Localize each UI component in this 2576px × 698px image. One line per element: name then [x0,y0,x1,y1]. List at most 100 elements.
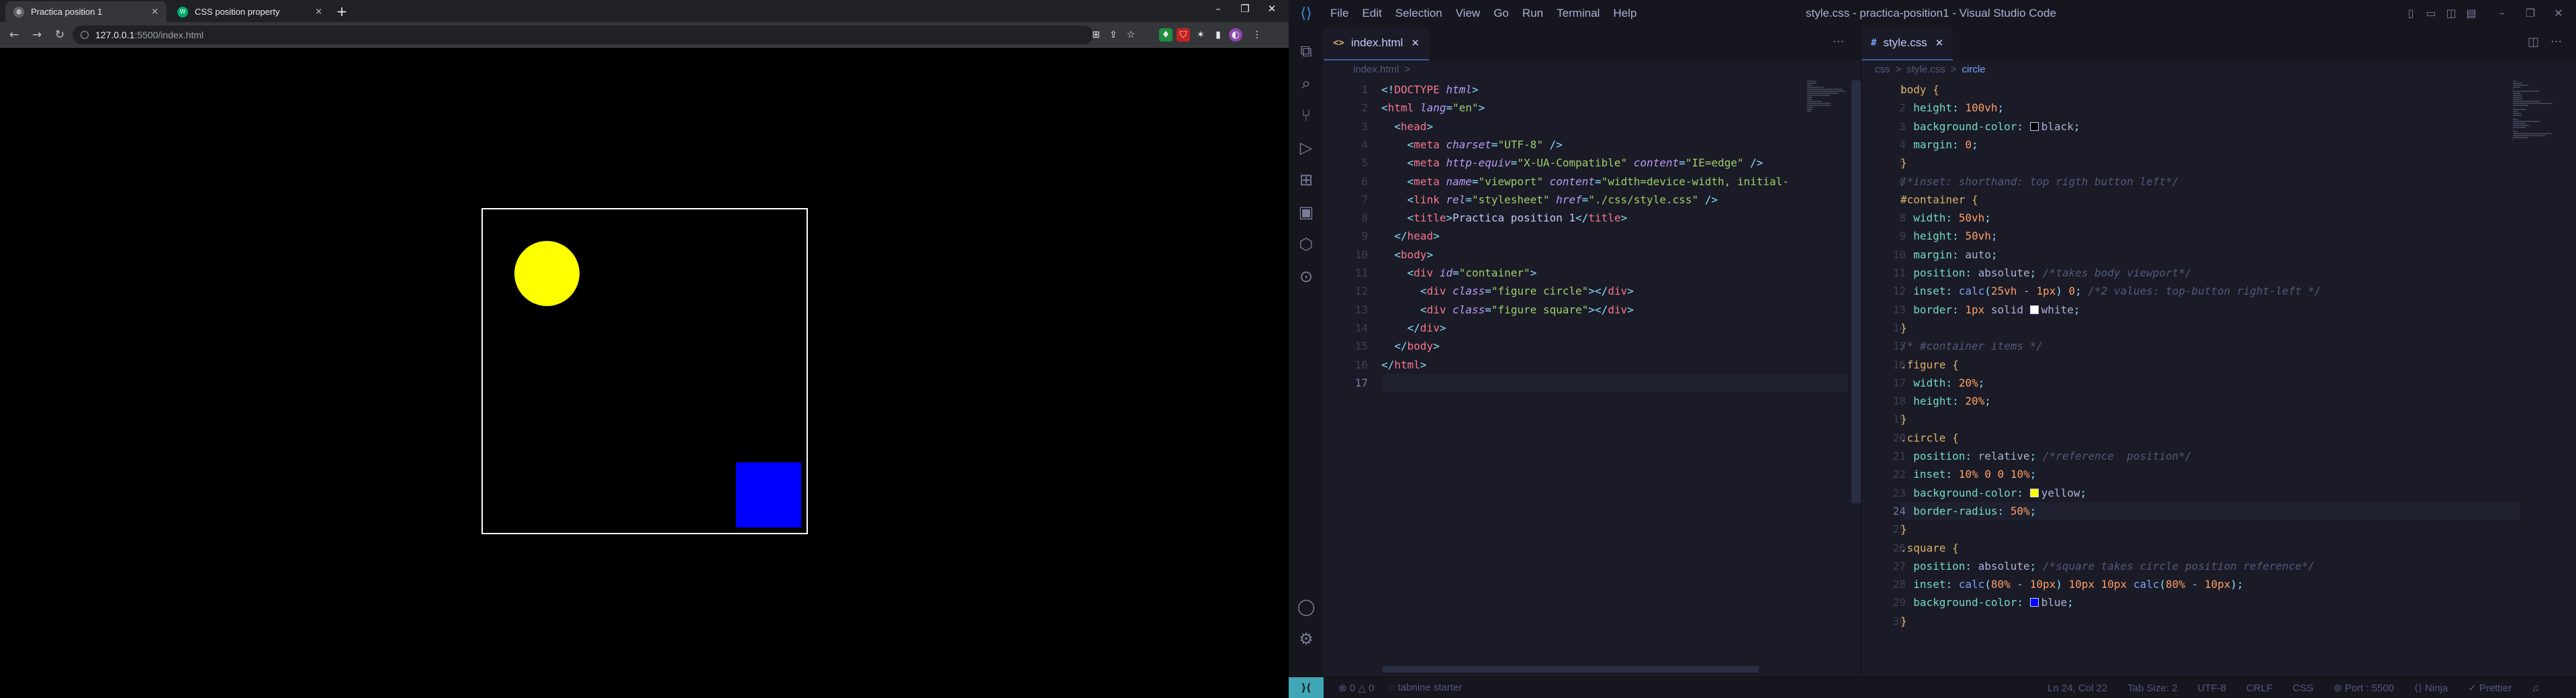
browser-tab-practica[interactable]: ◍ Practica position 1 × [5,1,167,22]
code-line[interactable]: /* #container items */ [1900,337,2043,355]
code-line[interactable]: width: 50vh; [1900,209,1991,227]
code-line[interactable]: <title>Practica position 1</title> [1381,209,1628,227]
remote-explorer-icon[interactable]: ▣ [1289,196,1324,228]
vertical-scrollbar[interactable] [1851,81,1861,503]
prettier-status[interactable]: ✓ Prettier [2468,682,2512,694]
toggle-panel-icon[interactable]: ▭ [2421,0,2441,27]
extension-red-icon[interactable]: ⛉ [1177,28,1190,42]
browser-menu-icon[interactable]: ⋮ [1250,28,1264,42]
profile-avatar-icon[interactable]: ◐ [1229,28,1242,42]
color-swatch[interactable] [2029,488,2039,497]
code-line[interactable]: background-color: black; [1900,117,2080,136]
problems-count[interactable]: ⊗ 0 △ 0 [1338,682,1374,694]
code-line[interactable]: height: 100vh; [1900,99,2004,117]
code-line[interactable]: <meta http-equiv="X-UA-Compatible" conte… [1381,154,1763,172]
reload-icon[interactable]: ↻ [51,26,68,44]
minimap[interactable] [1807,81,1854,121]
tab-close-icon[interactable]: ✕ [1411,37,1420,49]
close-window-button[interactable]: ✕ [1258,3,1285,15]
encoding[interactable]: UTF-8 [2197,683,2226,694]
code-line[interactable]: <head> [1381,117,1433,136]
code-line[interactable]: } [1900,520,1907,538]
line-ending[interactable]: CRLF [2246,683,2272,694]
address-bar[interactable]: 127.0.0.1:5500/index.html [73,26,1093,44]
code-line[interactable]: position: relative; /*reference position… [1900,447,2191,465]
notifications-bell-icon[interactable]: ♫ [2532,683,2539,694]
maximize-button[interactable]: ❐ [1232,3,1258,15]
close-window-button[interactable]: ✕ [2548,0,2569,27]
code-line[interactable]: } [1900,612,1907,630]
browser-tab-w3schools[interactable]: W CSS position property × [169,1,330,22]
search-icon[interactable]: ⌕ [1289,67,1324,99]
code-line[interactable]: /*inset: shorthand: top rigth button lef… [1900,172,2178,191]
code-line[interactable]: inset: calc(80% - 10px) 10px 10px calc(8… [1900,575,2243,593]
code-line[interactable]: <meta charset="UTF-8" /> [1381,136,1563,154]
code-line[interactable]: <meta name="viewport" content="width=dev… [1381,172,1789,191]
toggle-secondary-sidebar-icon[interactable]: ◫ [2441,0,2461,27]
settings-gear-icon[interactable]: ⚙ [1289,623,1324,655]
tab-size[interactable]: Tab Size: 2 [2127,683,2177,694]
minimize-button[interactable]: – [1205,3,1232,15]
color-swatch[interactable] [2029,598,2039,607]
code-line[interactable]: position: absolute; /*square takes circl… [1900,557,2314,575]
new-tab-button[interactable]: + [333,3,351,20]
more-actions-icon[interactable]: ··· [2550,35,2562,49]
code-line[interactable]: border: 1px solid white; [1900,301,2080,319]
more-actions-icon[interactable]: ··· [1833,35,1844,49]
language-mode[interactable]: CSS [2293,683,2313,694]
code-line[interactable]: position: absolute; /*takes body viewpor… [1900,264,2191,282]
code-line[interactable]: height: 50vh; [1900,227,1997,245]
color-swatch[interactable] [2029,305,2039,314]
code-line[interactable]: .square { [1900,539,1959,557]
customize-layout-icon[interactable]: ▤ [2461,0,2481,27]
tab-close-icon[interactable]: × [315,7,322,17]
breadcrumb-item[interactable]: style.css [1906,64,1945,75]
toggle-sidebar-icon[interactable]: ▯ [2401,0,2421,27]
code-line[interactable]: </html> [1381,356,1426,374]
back-arrow-icon[interactable]: ← [5,26,23,44]
code-line[interactable]: <div id="container"> [1381,264,1537,282]
code-line[interactable]: margin: auto; [1900,246,1997,264]
menu-selection[interactable]: Selection [1389,7,1449,20]
code-line[interactable]: #container { [1900,191,1978,209]
code-line[interactable]: <div class="figure square"></div> [1381,301,1634,319]
menu-terminal[interactable]: Terminal [1550,7,1606,20]
breadcrumb-item[interactable]: circle [1962,64,1986,75]
code-line[interactable]: .figure { [1900,356,1959,374]
cursor-position[interactable]: Ln 24, Col 22 [2048,683,2107,694]
menu-file[interactable]: File [1324,7,1355,20]
menu-edit[interactable]: Edit [1355,7,1388,20]
breadcrumb-item[interactable]: css [1875,64,1890,75]
run-debug-icon[interactable]: ▷ [1289,132,1324,164]
code-line[interactable]: </div> [1381,319,1446,337]
menu-view[interactable]: View [1449,7,1487,20]
side-panel-icon[interactable]: ▮ [1211,28,1225,42]
code-line[interactable]: </head> [1381,227,1439,245]
code-line[interactable]: } [1900,154,1907,172]
code-line[interactable]: margin: 0; [1900,136,1978,154]
menu-help[interactable]: Help [1606,7,1643,20]
code-line[interactable]: border-radius: 50%; [1900,502,2036,520]
accounts-icon[interactable]: ◯ [1289,591,1324,623]
share-icon[interactable]: ⇪ [1107,28,1120,42]
code-line[interactable]: <link rel="stylesheet" href="./css/style… [1381,191,1718,209]
install-app-icon[interactable]: ⊞ [1089,28,1103,42]
source-control-icon[interactable]: ⑂ [1289,99,1324,132]
breadcrumb-item[interactable]: index.html [1353,64,1399,75]
code-line[interactable]: background-color: yellow; [1900,484,2086,502]
code-line[interactable]: <!DOCTYPE html> [1381,81,1479,99]
code-line[interactable]: height: 20%; [1900,392,1991,410]
forward-arrow-icon[interactable]: → [28,26,46,44]
code-line[interactable]: } [1900,410,1907,428]
tabnine-status[interactable]: ◌ tabnine starter [1389,682,1462,693]
minimize-button[interactable]: – [2492,0,2512,27]
extensions-icon[interactable]: ⊞ [1289,164,1324,196]
extension-shield-icon[interactable]: ♦ [1159,28,1172,42]
color-swatch[interactable] [2029,121,2039,131]
code-line[interactable]: </body> [1381,337,1439,355]
minimap[interactable] [2513,81,2560,140]
live-server-port[interactable]: ⊚ Port : 5500 [2334,682,2394,694]
split-editor-icon[interactable]: ◫ [2528,35,2539,49]
code-line[interactable]: .circle { [1900,429,1959,447]
menu-go[interactable]: Go [1487,7,1516,20]
